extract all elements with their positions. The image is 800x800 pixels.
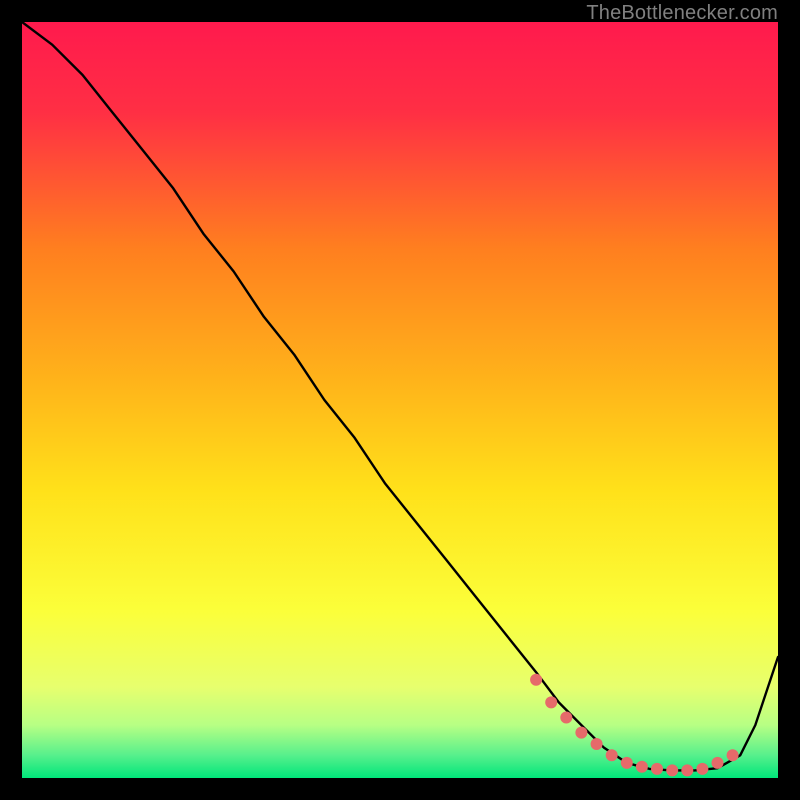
marker-dot bbox=[560, 712, 572, 724]
marker-dot bbox=[666, 764, 678, 776]
marker-dot bbox=[606, 749, 618, 761]
marker-dot bbox=[727, 749, 739, 761]
marker-dot bbox=[621, 757, 633, 769]
marker-dot bbox=[651, 763, 663, 775]
marker-dot bbox=[696, 763, 708, 775]
marker-dot bbox=[545, 696, 557, 708]
gradient-background bbox=[22, 22, 778, 778]
marker-dot bbox=[681, 764, 693, 776]
chart-frame: TheBottlenecker.com bbox=[0, 0, 800, 800]
marker-dot bbox=[575, 727, 587, 739]
bottleneck-curve-chart bbox=[22, 22, 778, 778]
marker-dot bbox=[636, 761, 648, 773]
marker-dot bbox=[712, 757, 724, 769]
marker-dot bbox=[591, 738, 603, 750]
marker-dot bbox=[530, 674, 542, 686]
